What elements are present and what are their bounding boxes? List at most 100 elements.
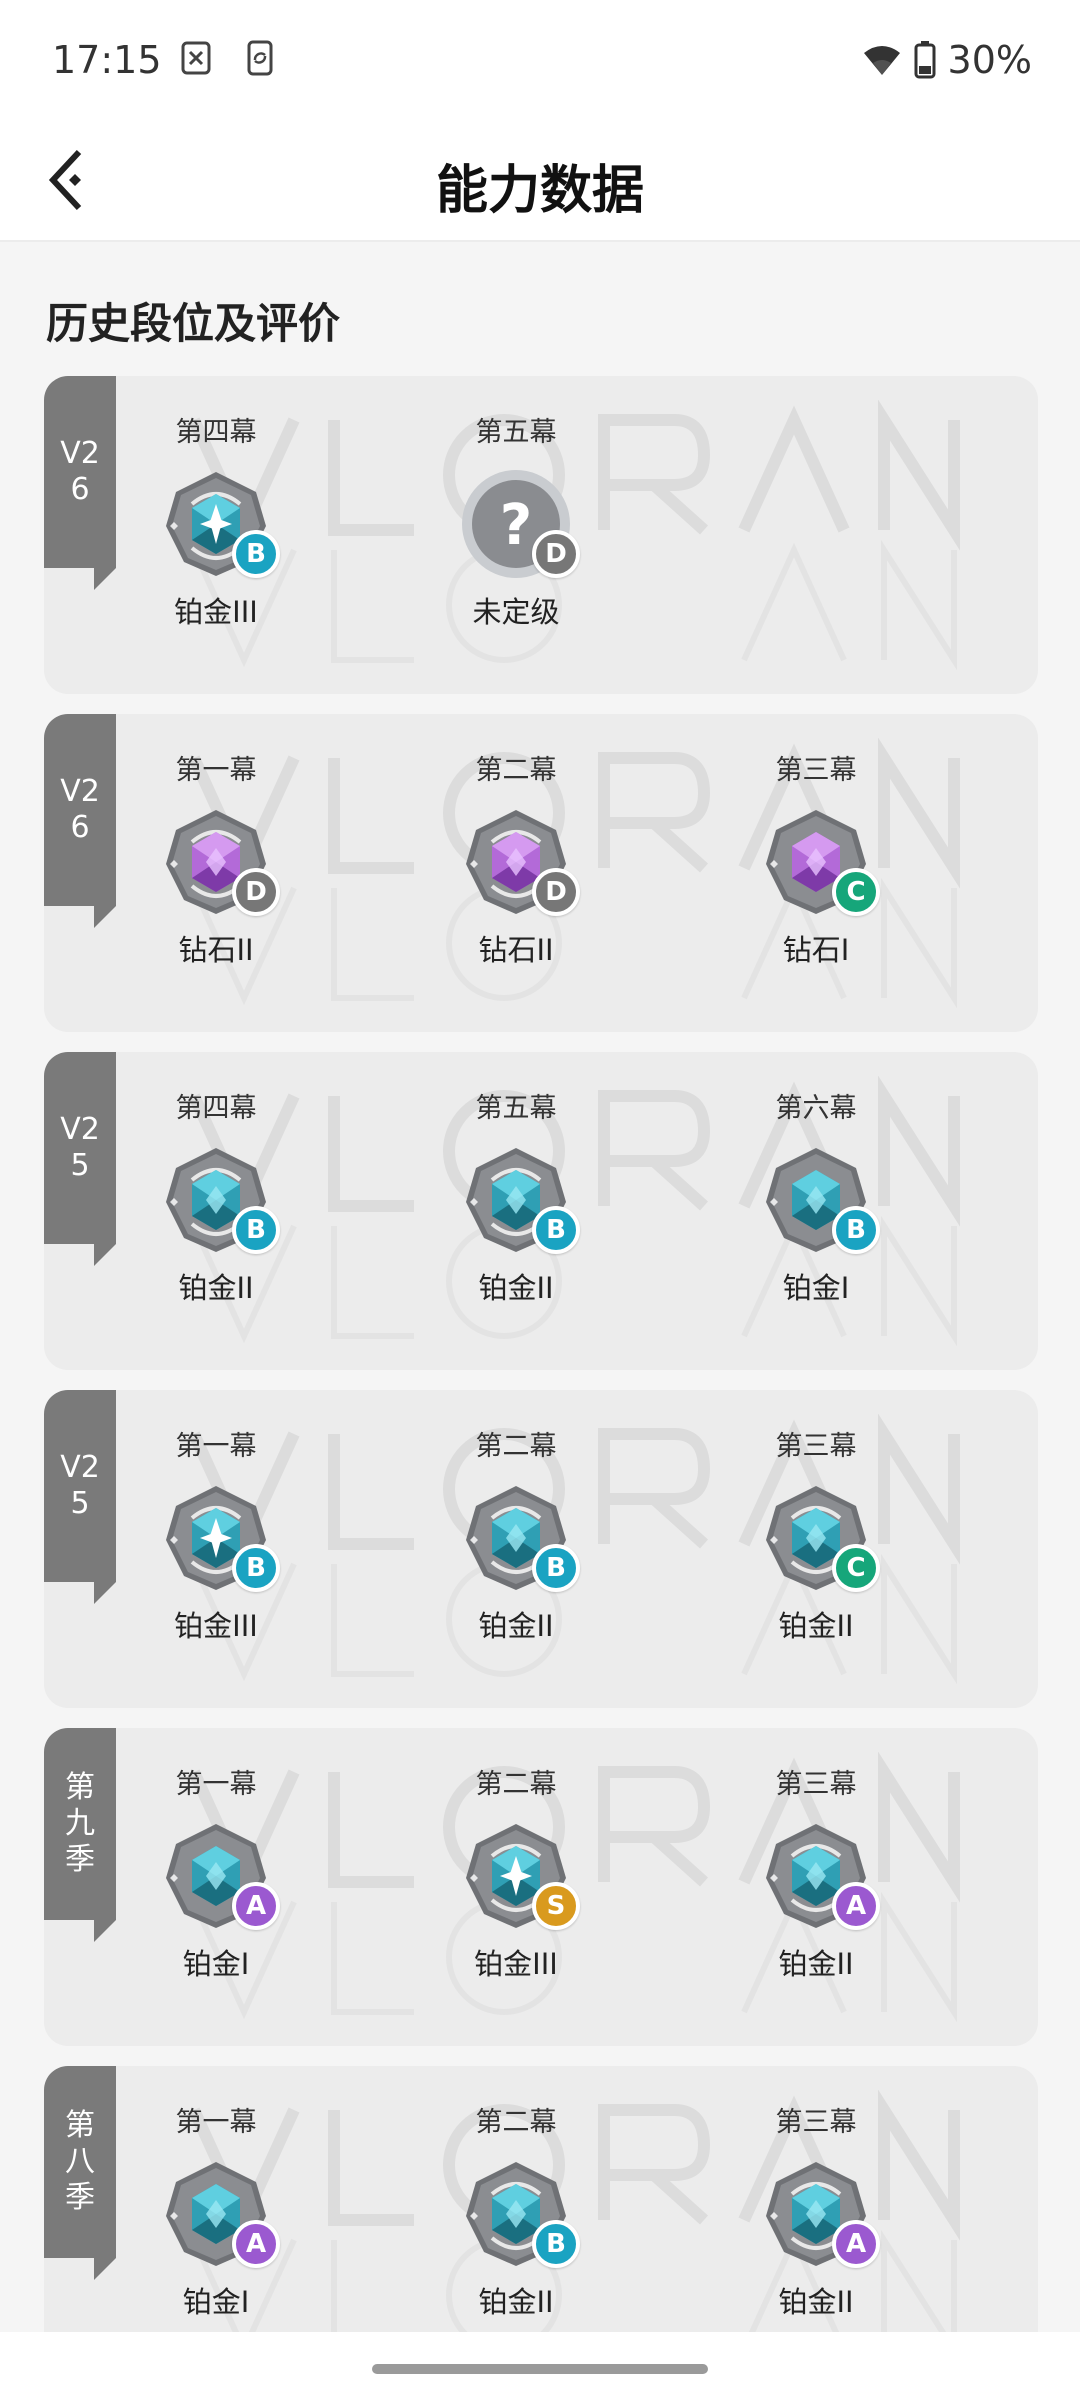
- act-rank-item[interactable]: 第一幕 D 钻石II: [106, 754, 326, 994]
- act-rank-item[interactable]: 第一幕 A 铂金I: [106, 2106, 326, 2332]
- rank-emblem-icon: B: [456, 1478, 580, 1598]
- rank-name: 钻石II: [178, 933, 254, 967]
- act-label: 第三幕: [775, 1431, 857, 1462]
- grade-badge: C: [832, 1544, 880, 1592]
- act-rank-item[interactable]: 第二幕 B 铂金II: [406, 1430, 626, 1670]
- grade-badge: A: [232, 1882, 280, 1930]
- section-title: 历史段位及评价: [46, 299, 341, 348]
- grade-badge: C: [832, 868, 880, 916]
- grade-badge: B: [232, 530, 280, 578]
- status-time: 17:15: [52, 38, 162, 82]
- rank-name: 铂金II: [778, 1947, 854, 1981]
- act-rank-item[interactable]: 第二幕 S 铂金III: [406, 1768, 626, 2008]
- grade-badge: B: [832, 1206, 880, 1254]
- act-label: 第五幕: [475, 1093, 557, 1124]
- rank-name: 铂金II: [478, 1609, 554, 1643]
- svg-text:?: ?: [500, 493, 532, 558]
- rank-emblem-icon: B: [756, 1140, 880, 1260]
- act-rank-item[interactable]: 第三幕 A 铂金II: [706, 1768, 926, 2008]
- act-label: 第二幕: [475, 1431, 557, 1462]
- grade-badge: B: [232, 1544, 280, 1592]
- grade-badge: B: [532, 2220, 580, 2268]
- act-label: 第二幕: [475, 755, 557, 786]
- status-bar: 17:15 30%: [0, 0, 1080, 120]
- rank-name: 铂金I: [182, 2285, 250, 2319]
- act-label: 第一幕: [175, 1431, 257, 1462]
- rank-name: 铂金I: [782, 1271, 850, 1305]
- act-rank-item[interactable]: 第三幕 A 铂金II: [706, 2106, 926, 2332]
- rank-emblem-icon: A: [156, 2154, 280, 2274]
- act-rank-item[interactable]: 第四幕 B 铂金III: [106, 416, 326, 656]
- rank-emblem-icon: B: [456, 2154, 580, 2274]
- rank-emblem-icon: A: [156, 1816, 280, 1936]
- rank-name: 铂金II: [778, 1609, 854, 1643]
- rank-emblem-icon: B: [156, 464, 280, 584]
- act-label: 第三幕: [775, 755, 857, 786]
- status-indicators: 30%: [862, 38, 1032, 82]
- rank-emblem-icon: A: [756, 1816, 880, 1936]
- grade-badge: A: [232, 2220, 280, 2268]
- grade-badge: D: [232, 868, 280, 916]
- act-rank-item[interactable]: 第五幕 B 铂金II: [406, 1092, 626, 1332]
- grade-badge: B: [232, 1206, 280, 1254]
- act-label: 第四幕: [175, 417, 257, 448]
- rank-name: 铂金III: [474, 1947, 558, 1981]
- act-label: 第二幕: [475, 2107, 557, 2138]
- season-card: 第八季 第一幕 A 铂金I 第二幕 B 铂金II 第三幕 A 铂金II: [44, 2066, 1038, 2332]
- season-card: V26 第一幕 D 钻石II 第二幕 D 钻石II 第三幕 C 钻石I: [44, 714, 1038, 1032]
- grade-badge: B: [532, 1544, 580, 1592]
- notification-icon: [180, 40, 212, 76]
- act-label: 第五幕: [475, 417, 557, 448]
- rank-name: 钻石I: [782, 933, 850, 967]
- act-rank-item[interactable]: 第六幕 B 铂金I: [706, 1092, 926, 1332]
- grade-badge: D: [532, 868, 580, 916]
- phone-sync-icon: [244, 40, 276, 76]
- act-label: 第三幕: [775, 1769, 857, 1800]
- act-label: 第一幕: [175, 2107, 257, 2138]
- content-scroll[interactable]: 历史段位及评价 V26 第四幕 B 铂金III 第五幕? D 未定级 V26 第一幕 D 钻石II 第…: [0, 242, 1080, 2332]
- rank-emblem-icon: ? D: [456, 464, 580, 584]
- rank-emblem-icon: C: [756, 802, 880, 922]
- act-label: 第六幕: [775, 1093, 857, 1124]
- act-rank-item[interactable]: 第二幕 D 钻石II: [406, 754, 626, 994]
- act-rank-item[interactable]: 第一幕 B 铂金III: [106, 1430, 326, 1670]
- rank-name: 铂金II: [478, 2285, 554, 2319]
- act-label: 第三幕: [775, 2107, 857, 2138]
- grade-badge: D: [532, 530, 580, 578]
- rank-emblem-icon: S: [456, 1816, 580, 1936]
- act-label: 第二幕: [475, 1769, 557, 1800]
- app-header: 能力数据: [0, 120, 1080, 242]
- rank-emblem-icon: B: [456, 1140, 580, 1260]
- season-card: V25 第四幕 B 铂金II 第五幕 B 铂金II 第六幕 B 铂金I: [44, 1052, 1038, 1370]
- act-rank-item[interactable]: 第五幕? D 未定级: [406, 416, 626, 656]
- wifi-icon: [863, 46, 900, 75]
- act-label: 第一幕: [175, 1769, 257, 1800]
- act-rank-item[interactable]: 第二幕 B 铂金II: [406, 2106, 626, 2332]
- act-rank-item[interactable]: 第四幕 B 铂金II: [106, 1092, 326, 1332]
- season-card: V25 第一幕 B 铂金III 第二幕 B 铂金II 第三幕 C 铂金II: [44, 1390, 1038, 1708]
- rank-emblem-icon: D: [456, 802, 580, 922]
- rank-name: 铂金II: [478, 1271, 554, 1305]
- act-rank-item[interactable]: 第三幕 C 铂金II: [706, 1430, 926, 1670]
- rank-emblem-icon: B: [156, 1478, 280, 1598]
- grade-badge: A: [832, 1882, 880, 1930]
- season-card: 第九季 第一幕 A 铂金I 第二幕 S 铂金III 第三幕 A 铂金II: [44, 1728, 1038, 2046]
- season-card: V26 第四幕 B 铂金III 第五幕? D 未定级: [44, 376, 1038, 694]
- battery-icon: [914, 41, 936, 79]
- rank-name: 铂金II: [778, 2285, 854, 2319]
- rank-name: 未定级: [472, 595, 560, 629]
- act-label: 第四幕: [175, 1093, 257, 1124]
- page-title: 能力数据: [435, 161, 644, 221]
- grade-badge: S: [532, 1882, 580, 1930]
- battery-percent: 30%: [947, 38, 1032, 82]
- rank-name: 钻石II: [478, 933, 554, 967]
- home-indicator[interactable]: [372, 2364, 708, 2374]
- rank-emblem-icon: D: [156, 802, 280, 922]
- act-rank-item[interactable]: 第一幕 A 铂金I: [106, 1768, 326, 2008]
- grade-badge: B: [532, 1206, 580, 1254]
- act-label: 第一幕: [175, 755, 257, 786]
- rank-emblem-icon: C: [756, 1478, 880, 1598]
- grade-badge: A: [832, 2220, 880, 2268]
- rank-name: 铂金I: [182, 1947, 250, 1981]
- act-rank-item[interactable]: 第三幕 C 钻石I: [706, 754, 926, 994]
